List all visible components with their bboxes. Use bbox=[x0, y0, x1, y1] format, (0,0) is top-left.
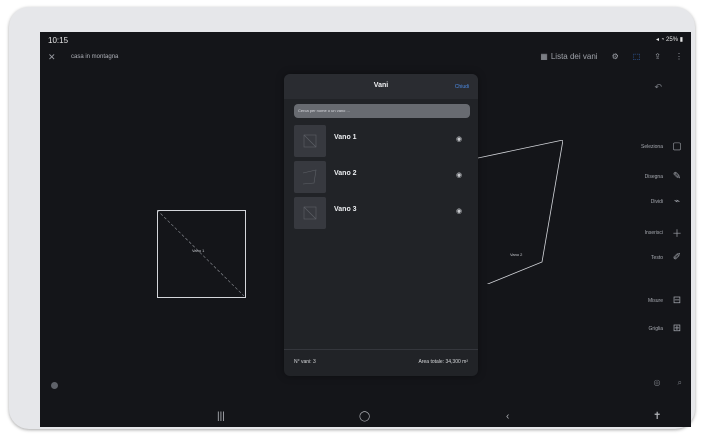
screen: 10:15 ◂ ◔ 25% ▮ ✕ casa in montagna ▦ List… bbox=[40, 32, 691, 427]
project-title: casa in montagna bbox=[71, 54, 119, 60]
room-1-label: Vano 1 bbox=[192, 248, 205, 253]
room-list-label: Lista dei vani bbox=[550, 52, 598, 61]
close-icon[interactable]: ✕ bbox=[48, 52, 56, 63]
eye-icon[interactable]: ◉ bbox=[456, 172, 466, 180]
status-time: 10:15 bbox=[48, 36, 69, 45]
tool-text[interactable]: Testo ✐ bbox=[651, 252, 683, 263]
room-list-item[interactable]: Vano 1 ◉ bbox=[294, 125, 468, 157]
room-1-diagonal bbox=[157, 210, 244, 296]
room-name: Vano 2 bbox=[334, 170, 357, 177]
room-2-label: Vano 2 bbox=[510, 252, 523, 257]
modal-footer: N° vani: 3 Area totale: 34,300 m² bbox=[284, 349, 478, 376]
tablet-frame: 10:15 ◂ ◔ 25% ▮ ✕ casa in montagna ▦ List… bbox=[9, 7, 695, 429]
room-list-button[interactable]: ▦ Lista dei vani bbox=[540, 52, 597, 61]
undo-icon[interactable]: ↶ bbox=[654, 82, 662, 93]
android-nav-bar: ||| ◯ ‹ ✝ bbox=[40, 407, 691, 427]
measure-icon: ⊟ bbox=[672, 295, 682, 306]
tool-grid[interactable]: Griglia ⊞ bbox=[649, 323, 683, 334]
eye-icon[interactable]: ◉ bbox=[456, 136, 466, 144]
room-thumbnail bbox=[294, 197, 326, 229]
tool-label: Misure bbox=[647, 297, 663, 304]
eye-icon[interactable]: ◉ bbox=[456, 208, 466, 216]
insert-icon: ＋ bbox=[672, 229, 682, 240]
more-icon[interactable]: ⋮ bbox=[675, 52, 683, 61]
room-count: N° vani: 3 bbox=[294, 359, 316, 365]
room-name: Vano 1 bbox=[334, 134, 357, 141]
room-2-outline[interactable] bbox=[478, 140, 563, 284]
room-thumbnail bbox=[294, 161, 326, 193]
accessibility-icon[interactable]: ✝ bbox=[653, 411, 661, 422]
tool-label: Dividi bbox=[650, 198, 663, 205]
grid-icon: ⊞ bbox=[672, 323, 682, 334]
room-list-item[interactable]: Vano 2 ◉ bbox=[294, 161, 468, 193]
tool-insert[interactable]: Inserisci ＋ bbox=[645, 225, 683, 240]
room-list-item[interactable]: Vano 3 ◉ bbox=[294, 197, 468, 229]
zoom-search-icon[interactable]: ⌕ bbox=[678, 378, 682, 388]
room-thumbnail bbox=[294, 125, 326, 157]
status-icons: ◂ ◔ 25% ▮ bbox=[656, 37, 683, 43]
settings-icon[interactable]: ⚙ bbox=[612, 52, 619, 61]
room-name: Vano 3 bbox=[334, 206, 357, 213]
zoom-controls: ◎ ⌕ bbox=[654, 378, 682, 388]
battery-label: 25% bbox=[666, 37, 679, 43]
room-search-input[interactable]: Cerca per nome o un vano ... bbox=[294, 104, 470, 118]
rooms-modal: Vani Chiudi Cerca per nome o un vano ...… bbox=[284, 74, 478, 376]
recent-apps-icon[interactable]: ||| bbox=[217, 411, 225, 422]
tool-label: Disegna bbox=[644, 173, 663, 180]
tool-label: Testo bbox=[651, 254, 663, 261]
total-area: Area totale: 34,300 m² bbox=[418, 359, 468, 365]
back-icon[interactable]: ‹ bbox=[506, 411, 509, 422]
tool-label: Inserisci bbox=[644, 229, 663, 236]
tool-measure[interactable]: Misure ⊟ bbox=[648, 295, 683, 306]
tool-split[interactable]: Dividi ⌁ bbox=[651, 196, 683, 207]
search-placeholder: Cerca per nome o un vano ... bbox=[298, 108, 350, 113]
layers-icon[interactable] bbox=[51, 382, 58, 389]
modal-title: Vani bbox=[373, 82, 389, 89]
plan-view-icon[interactable]: ⬚ bbox=[633, 52, 641, 61]
modal-header: Vani Chiudi bbox=[284, 74, 478, 99]
draw-icon: ✎ bbox=[672, 171, 682, 182]
status-bar: 10:15 ◂ ◔ 25% ▮ bbox=[40, 32, 691, 48]
export-icon[interactable]: ⇪ bbox=[654, 52, 661, 61]
zoom-fit-icon[interactable]: ◎ bbox=[654, 378, 661, 388]
select-icon: ▢ bbox=[672, 141, 682, 152]
tool-draw[interactable]: Disegna ✎ bbox=[645, 171, 683, 182]
tool-label: Griglia bbox=[648, 325, 663, 332]
modal-close-button[interactable]: Chiudi bbox=[455, 84, 469, 90]
text-icon: ✐ bbox=[672, 252, 682, 263]
tool-select[interactable]: Seleziona ▢ bbox=[641, 141, 683, 152]
topbar-actions: ▦ Lista dei vani ⚙ ⬚ ⇪ ⋮ bbox=[540, 52, 683, 61]
top-bar: ✕ casa in montagna ▦ Lista dei vani ⚙ ⬚ ⇪… bbox=[40, 48, 691, 68]
home-icon[interactable]: ◯ bbox=[359, 411, 370, 422]
tool-label: Seleziona bbox=[641, 143, 663, 150]
split-icon: ⌁ bbox=[673, 196, 681, 207]
